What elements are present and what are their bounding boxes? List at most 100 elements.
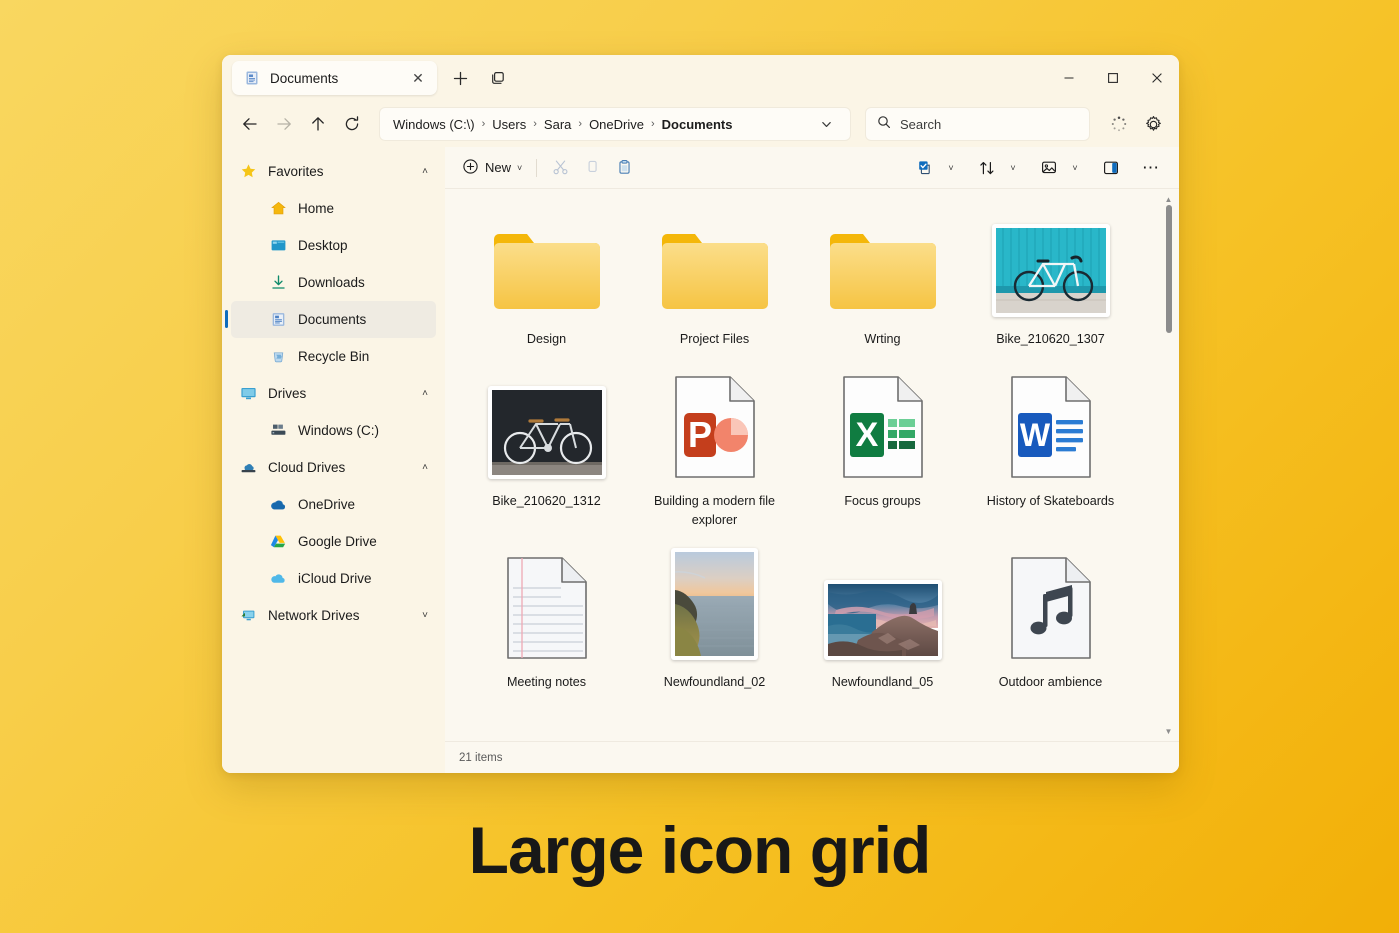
file-tile[interactable]: Design <box>463 205 630 349</box>
chevron-down-icon[interactable]: ˅ <box>1010 163 1015 173</box>
up-arrow-icon[interactable] <box>302 108 334 140</box>
titlebar: Documents ✕ <box>222 55 1179 101</box>
page-caption: Large icon grid <box>468 813 932 887</box>
breadcrumb-bar[interactable]: Windows (C:\) › Users › Sara › OneDrive … <box>380 108 850 140</box>
chevron-down-icon[interactable] <box>810 108 842 140</box>
file-tile[interactable]: X Focus groups <box>799 367 966 530</box>
file-tile[interactable]: W History of Skateboards <box>967 367 1134 530</box>
loading-spinner-icon[interactable] <box>1103 108 1135 140</box>
more-options-button[interactable]: ⋯ <box>1135 153 1167 183</box>
file-name: Newfoundland_02 <box>663 674 766 689</box>
sidebar-group-network-drives[interactable]: Network Drives ˅ <box>231 597 436 634</box>
refresh-icon[interactable] <box>336 108 368 140</box>
breadcrumb-item[interactable]: Users <box>492 117 526 132</box>
breadcrumb-item[interactable]: Sara <box>544 117 571 132</box>
file-tile[interactable]: Newfoundland_02 <box>631 547 798 692</box>
chevron-up-icon[interactable]: ˄ <box>422 388 428 399</box>
file-tile[interactable]: Bike_210620_1312 <box>463 367 630 530</box>
sidebar-group-drives[interactable]: Drives ˄ <box>231 375 436 412</box>
breadcrumb-item[interactable]: OneDrive <box>589 117 644 132</box>
file-name: Project Files <box>679 332 750 346</box>
tab-documents[interactable]: Documents ✕ <box>232 61 437 95</box>
file-explorer-window: Documents ✕ Windows (C:\) › Users › Sara… <box>222 55 1179 773</box>
sidebar-item-label: Downloads <box>298 275 365 290</box>
chevron-down-icon[interactable]: ˅ <box>1072 163 1077 173</box>
cut-button[interactable] <box>544 153 576 183</box>
file-tile[interactable]: Bike_210620_1307 <box>967 205 1134 349</box>
file-tile[interactable]: Meeting notes <box>463 548 630 692</box>
download-icon <box>269 274 287 292</box>
close-button[interactable] <box>1135 55 1179 101</box>
breadcrumb: Windows (C:\) › Users › Sara › OneDrive … <box>393 117 810 132</box>
file-tile[interactable]: Newfoundland_05 <box>799 548 966 692</box>
back-arrow-icon[interactable] <box>234 108 266 140</box>
file-tile[interactable]: P Building a modern file explorer <box>631 367 798 530</box>
chevron-up-icon[interactable]: ˄ <box>422 462 428 473</box>
cloud-drive-icon <box>239 459 257 477</box>
notes-file-icon <box>463 552 630 660</box>
recycle-bin-icon <box>269 348 287 366</box>
sort-button[interactable] <box>971 153 1003 183</box>
file-tile[interactable]: Project Files <box>631 205 798 349</box>
gear-icon[interactable] <box>1137 108 1169 140</box>
chevron-down-icon[interactable]: ˅ <box>517 163 522 173</box>
folder-icon <box>799 209 966 317</box>
forward-arrow-icon[interactable] <box>268 108 300 140</box>
sort-dropdown[interactable]: ˅ <box>1003 153 1023 183</box>
toolbar-divider <box>536 158 538 177</box>
scroll-up-arrow[interactable]: ▲ <box>1165 195 1173 205</box>
close-icon[interactable]: ✕ <box>408 68 428 88</box>
new-button[interactable]: New ˅ <box>455 153 529 183</box>
photo-thumbnail <box>967 209 1134 317</box>
paste-button[interactable] <box>608 153 640 183</box>
sidebar-item-documents[interactable]: Documents <box>225 301 436 338</box>
select-button[interactable] <box>909 153 941 183</box>
file-grid: Design Project Files Wrting Bike_210620_… <box>461 205 1159 692</box>
copy-button[interactable] <box>576 153 608 183</box>
sidebar-group-favorites[interactable]: Favorites ˄ <box>231 153 436 190</box>
view-dropdown[interactable]: ˅ <box>1065 153 1085 183</box>
file-name: Bike_210620_1312 <box>492 493 601 508</box>
breadcrumb-item-current[interactable]: Documents <box>662 117 733 132</box>
sidebar-group-cloud-drives[interactable]: Cloud Drives ˄ <box>231 449 436 486</box>
sidebar-item-desktop[interactable]: Desktop <box>231 227 436 264</box>
scrollbar-track[interactable] <box>1162 205 1175 727</box>
tab-list-button[interactable] <box>483 63 513 93</box>
new-tab-button[interactable] <box>445 63 475 93</box>
sidebar-item-downloads[interactable]: Downloads <box>231 264 436 301</box>
sidebar-item-label: OneDrive <box>298 497 356 512</box>
content-pane: New ˅ ˅ ˅ ˅ ⋯ Design Project Files Wrtin… <box>445 147 1179 773</box>
documents-icon <box>269 311 287 329</box>
breadcrumb-item[interactable]: Windows (C:\) <box>393 117 475 132</box>
svg-text:W: W <box>1019 417 1050 453</box>
search-input[interactable]: Search <box>866 108 1089 140</box>
maximize-button[interactable] <box>1091 55 1135 101</box>
sidebar-item-google-drive[interactable]: Google Drive <box>231 523 436 560</box>
audio-file-icon <box>967 552 1134 660</box>
file-tile[interactable]: Outdoor ambience <box>967 548 1134 692</box>
sidebar-item-windows-c[interactable]: Windows (C:) <box>231 412 436 449</box>
scroll-down-arrow[interactable]: ▼ <box>1165 727 1173 737</box>
minimize-button[interactable] <box>1047 55 1091 101</box>
details-pane-button[interactable] <box>1095 153 1127 183</box>
sidebar-group-label: Drives <box>268 386 307 401</box>
chevron-up-icon[interactable]: ˄ <box>422 166 428 177</box>
vertical-scrollbar[interactable]: ▲ ▼ <box>1162 195 1175 737</box>
view-button[interactable] <box>1033 153 1065 183</box>
sidebar-group-label: Cloud Drives <box>268 460 346 475</box>
photo-thumbnail <box>799 552 966 660</box>
sidebar-item-onedrive[interactable]: OneDrive <box>231 486 436 523</box>
scrollbar-thumb[interactable] <box>1166 205 1172 333</box>
sidebar-item-label: Home <box>298 201 335 216</box>
sidebar-item-label: Recycle Bin <box>298 349 370 364</box>
chevron-down-icon[interactable]: ˅ <box>948 163 953 173</box>
file-grid-area: Design Project Files Wrting Bike_210620_… <box>445 189 1179 741</box>
select-dropdown[interactable]: ˅ <box>941 153 961 183</box>
sidebar-item-recycle-bin[interactable]: Recycle Bin <box>231 338 436 375</box>
onedrive-icon <box>269 496 287 514</box>
chevron-down-icon[interactable]: ˅ <box>422 610 428 621</box>
sidebar: Favorites ˄ Home Desktop Downloads Docum… <box>222 147 445 773</box>
sidebar-item-home[interactable]: Home <box>231 190 436 227</box>
file-tile[interactable]: Wrting <box>799 205 966 349</box>
sidebar-item-icloud-drive[interactable]: iCloud Drive <box>231 560 436 597</box>
